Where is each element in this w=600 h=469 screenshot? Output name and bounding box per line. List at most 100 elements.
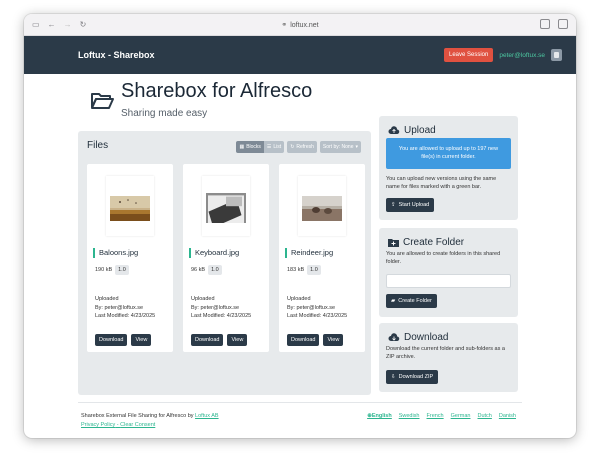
lang-english[interactable]: ⊕English <box>367 413 391 419</box>
reindeer-image <box>302 196 342 221</box>
link-icon: ⚭ <box>281 22 288 29</box>
upload-icon: ⇪ <box>391 202 396 208</box>
browser-window: ▭ ← → ↻ ⚭ loftux.net Loftux - Sharebox Le… <box>24 14 576 438</box>
file-name[interactable]: Keyboard.jpg <box>189 248 239 258</box>
sort-label: Sort by: None <box>322 144 354 150</box>
download-button[interactable]: Download <box>191 334 224 346</box>
refresh-label: Refresh <box>296 144 314 150</box>
file-size: 96 kB <box>191 267 206 273</box>
footer-links: Privacy Policy - Clear Consent <box>81 422 155 428</box>
view-button[interactable]: View <box>131 334 152 346</box>
share-icon[interactable] <box>540 19 550 29</box>
download-icon: ⇩ <box>391 374 396 380</box>
view-button[interactable]: View <box>227 334 248 346</box>
last-modified: Last Modified: 4/23/2025 <box>95 313 156 319</box>
clear-consent-link[interactable]: Clear Consent <box>120 422 155 428</box>
uploaded-by: By: peter@loftux.se <box>95 304 144 311</box>
balloons-image <box>110 196 150 221</box>
create-folder-label: Create Folder <box>398 298 432 304</box>
upload-title: Upload <box>404 125 436 136</box>
download-zip-button[interactable]: ⇩ Download ZIP <box>386 370 439 384</box>
file-name[interactable]: Baloons.jpg <box>93 248 138 258</box>
lang-dutch[interactable]: Dutch <box>478 413 492 419</box>
page-subtitle: Sharing made easy <box>121 108 208 119</box>
files-panel: Files ▦ Blocks ☰ List ↻ Refresh Sort by: No… <box>78 131 371 395</box>
top-navbar: Loftux - Sharebox Leave Session peter@lo… <box>24 36 576 74</box>
browser-toolbar: ▭ ← → ↻ ⚭ loftux.net <box>24 14 576 36</box>
last-modified: Last Modified: 4/23/2025 <box>287 313 348 319</box>
blocks-label: Blocks <box>246 144 261 150</box>
upload-help-text: You can upload new versions using the sa… <box>386 176 497 190</box>
list-label: List <box>273 144 282 150</box>
file-name[interactable]: Reindeer.jpg <box>285 248 333 258</box>
start-upload-button[interactable]: ⇪ Start Upload <box>386 198 435 212</box>
url-text: loftux.net <box>290 22 319 29</box>
download-heading: Download <box>388 332 448 343</box>
version-badge: 1.0 <box>208 265 222 275</box>
privacy-policy-link[interactable]: Privacy Policy <box>81 422 115 428</box>
file-thumbnail[interactable] <box>106 176 154 236</box>
create-folder-heading: Create Folder <box>388 237 464 248</box>
file-size: 190 kB <box>95 267 113 273</box>
list-view-button[interactable]: ☰ List <box>263 141 285 153</box>
folder-add-icon: ▰ <box>391 298 396 304</box>
start-upload-label: Start Upload <box>398 202 430 208</box>
lang-swedish[interactable]: Swedish <box>399 413 420 419</box>
folder-name-input[interactable] <box>386 274 511 288</box>
upload-quota-alert: You are allowed to upload up to 197 new … <box>386 138 511 169</box>
caret-down-icon: ▾ <box>355 144 358 150</box>
address-bar[interactable]: ⚭ loftux.net <box>24 21 576 29</box>
refresh-button[interactable]: ↻ Refresh <box>287 141 317 153</box>
uploaded-by: By: peter@loftux.se <box>287 304 336 311</box>
tabs-icon[interactable] <box>558 19 568 29</box>
view-button[interactable]: View <box>323 334 344 346</box>
download-button[interactable]: Download <box>287 334 320 346</box>
cloud-upload-icon <box>388 126 400 134</box>
create-folder-panel: Create Folder You are allowed to create … <box>379 228 518 317</box>
file-card[interactable]: Reindeer.jpg 183 kB 1.0 Uploaded By: pete… <box>279 164 365 352</box>
download-help-text: Download the current folder and sub-fold… <box>386 346 505 360</box>
download-panel: Download Download the current folder and… <box>379 323 518 392</box>
create-folder-title: Create Folder <box>403 237 465 248</box>
lang-german[interactable]: German <box>451 413 471 419</box>
folder-plus-icon <box>388 239 399 247</box>
last-modified: Last Modified: 4/23/2025 <box>191 313 252 319</box>
download-zip-label: Download ZIP <box>398 374 434 380</box>
create-folder-help-text: You are allowed to create folders in thi… <box>386 251 501 265</box>
sort-dropdown[interactable]: Sort by: None ▾ <box>319 141 361 153</box>
version-badge: 1.0 <box>307 265 321 275</box>
lang-danish[interactable]: Danish <box>499 413 516 419</box>
upload-panel: Upload You are allowed to upload up to 1… <box>379 116 518 220</box>
brand-title[interactable]: Loftux - Sharebox <box>78 50 155 60</box>
download-button[interactable]: Download <box>95 334 128 346</box>
cloud-download-icon <box>388 333 400 341</box>
upload-status: Uploaded <box>95 296 119 302</box>
files-heading: Files <box>87 140 109 151</box>
language-selector: ⊕English Swedish French German Dutch Dan… <box>367 413 516 419</box>
folder-open-icon <box>91 93 114 109</box>
file-thumbnail[interactable] <box>298 176 346 236</box>
blocks-view-button[interactable]: ▦ Blocks <box>236 141 264 153</box>
leave-session-button[interactable]: Leave Session <box>444 48 494 62</box>
upload-heading: Upload <box>388 125 436 136</box>
file-card[interactable]: Keyboard.jpg 96 kB 1.0 Uploaded By: peter… <box>183 164 269 352</box>
loftux-link[interactable]: Loftux AB <box>195 413 219 419</box>
version-badge: 1.0 <box>115 265 129 275</box>
files-toolbar: ▦ Blocks ☰ List ↻ Refresh Sort by: None ▾ <box>236 141 361 153</box>
lang-french[interactable]: French <box>427 413 444 419</box>
user-icon[interactable] <box>551 49 562 61</box>
keyboard-image <box>206 193 246 223</box>
file-card[interactable]: Baloons.jpg 190 kB 1.0 Uploaded By: peter… <box>87 164 173 352</box>
grid-icon: ▦ <box>239 144 245 150</box>
page-title: Sharebox for Alfresco <box>121 80 313 102</box>
lang-english-label: English <box>371 413 392 419</box>
footer-credit-text: Sharebox External File Sharing for Alfre… <box>81 413 196 419</box>
list-icon: ☰ <box>266 144 272 150</box>
refresh-icon: ↻ <box>290 144 295 150</box>
footer-divider <box>78 402 522 403</box>
download-title: Download <box>404 332 449 343</box>
file-thumbnail[interactable] <box>202 176 250 236</box>
uploaded-by: By: peter@loftux.se <box>191 304 240 311</box>
user-email[interactable]: peter@loftux.se <box>499 52 545 59</box>
create-folder-button[interactable]: ▰ Create Folder <box>386 294 437 308</box>
